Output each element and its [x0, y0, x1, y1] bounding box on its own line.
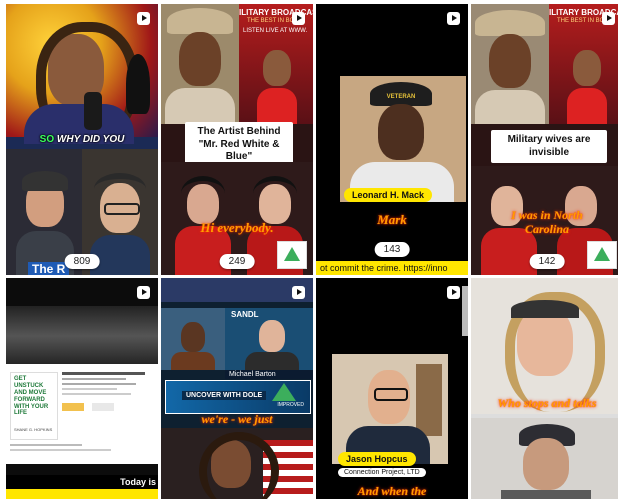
- caption-text: WHY DID YOU: [56, 134, 125, 145]
- side-strip: [462, 286, 468, 336]
- channel-logo-icon: [277, 241, 307, 269]
- news-ticker: Today is: [6, 475, 158, 489]
- caption-emphasis: SO: [39, 134, 55, 145]
- guest-panel-left: [161, 308, 225, 370]
- silhouette-graphic: [126, 54, 150, 114]
- video-tile-4[interactable]: ILITARY BROADCAST N THE BEST IN BO Milit…: [471, 4, 618, 275]
- video-play-icon[interactable]: [137, 286, 150, 299]
- caption: And when the: [357, 484, 427, 498]
- guest-panel-bottom: [471, 418, 618, 499]
- host-in-studio: [567, 44, 607, 124]
- caption: Who stops and talks: [497, 396, 597, 410]
- video-tile-2[interactable]: ILITARY BROADCAST N THE BEST IN BO LISTE…: [161, 4, 313, 275]
- book-title: GET UNSTUCK AND MOVE FORWARD WITH YOUR L…: [14, 376, 49, 417]
- caption: Mark: [377, 212, 407, 227]
- video-play-icon[interactable]: [447, 12, 460, 25]
- video-tile-6[interactable]: SANDL Michael Barton UNCOVER WITH DOLE I…: [161, 278, 313, 499]
- guest-video: [332, 354, 448, 464]
- dark-gradient: [6, 306, 158, 366]
- view-count: 143: [374, 242, 410, 257]
- bottom-banner: The R: [28, 262, 70, 275]
- name-tag: Jason Hopcus: [338, 452, 416, 466]
- mic-icon: [84, 92, 102, 130]
- lower-third-name: Michael Barton: [225, 370, 313, 379]
- guest-video: VETERAN: [340, 76, 466, 202]
- guest-panel: [161, 4, 239, 124]
- video-grid: SO WHY DID YOU The R 809 ILITARY BROADCA…: [6, 4, 618, 499]
- product-text-block: [62, 372, 154, 432]
- promo-banner-text: UNCOVER WITH DOLE: [182, 391, 267, 400]
- caption: I was in North Carolina: [511, 208, 583, 237]
- video-tile-5[interactable]: GET UNSTUCK AND MOVE FORWARD WITH YOUR L…: [6, 278, 158, 499]
- webpage-screenshot: GET UNSTUCK AND MOVE FORWARD WITH YOUR L…: [6, 364, 158, 464]
- video-play-icon[interactable]: [137, 12, 150, 25]
- top-bar: [161, 278, 313, 302]
- video-play-icon[interactable]: [447, 286, 460, 299]
- video-play-icon[interactable]: [292, 286, 305, 299]
- header-item: SANDL: [231, 310, 259, 319]
- view-count: 809: [64, 254, 100, 269]
- caption: we're - we just: [201, 412, 273, 426]
- caption: SO WHY DID YOU: [6, 134, 158, 145]
- channel-header-sub: THE BEST IN BO: [247, 18, 295, 24]
- cowboy-hat: [475, 10, 545, 36]
- guest-panel-right: SANDL: [225, 308, 313, 370]
- guest-panel-top: [471, 278, 618, 414]
- title-banner: Military wives are invisible: [491, 130, 607, 163]
- book-cover: GET UNSTUCK AND MOVE FORWARD WITH YOUR L…: [10, 372, 58, 440]
- subtitle-tag: Connection Project, LTD: [338, 468, 426, 477]
- cowboy-hat: [167, 8, 233, 34]
- host-in-studio: [257, 44, 297, 124]
- video-play-icon[interactable]: [292, 12, 305, 25]
- video-tile-8[interactable]: Who stops and talks: [471, 278, 618, 499]
- promo-banner: UNCOVER WITH DOLE IMPROVED: [165, 380, 311, 414]
- room-door: [416, 364, 442, 436]
- channel-header-sub2: LISTEN LIVE AT WWW.: [243, 28, 308, 34]
- veteran-cap-text: VETERAN: [386, 94, 416, 100]
- video-play-icon[interactable]: [602, 12, 615, 25]
- name-tag: Leonard H. Mack: [344, 188, 433, 202]
- guest-panel: [471, 4, 549, 124]
- review-row: [10, 444, 154, 458]
- channel-logo-icon: [587, 241, 617, 269]
- view-count: 142: [529, 254, 565, 269]
- channel-header-sub: THE BEST IN BO: [557, 18, 605, 24]
- ticker-text: Today is: [120, 477, 156, 487]
- video-tile-3[interactable]: VETERAN Leonard H. Mack Mark 143 ot comm…: [316, 4, 468, 275]
- ticker-bar: [6, 489, 158, 499]
- book-author: SHANE G. HOPKINS: [14, 427, 53, 432]
- news-ticker: ot commit the crime. https://inno: [316, 261, 468, 275]
- promo-logo-icon: [272, 383, 296, 401]
- guest-bottom: [161, 428, 313, 499]
- video-tile-7[interactable]: Jason Hopcus Connection Project, LTD And…: [316, 278, 468, 499]
- caption: Hi everybody.: [200, 220, 274, 235]
- title-banner: The Artist Behind "Mr. Red White & Blue": [185, 122, 293, 168]
- promo-logo-text: IMPROVED: [277, 402, 304, 408]
- view-count: 249: [219, 254, 255, 269]
- video-tile-1[interactable]: SO WHY DID YOU The R 809: [6, 4, 158, 275]
